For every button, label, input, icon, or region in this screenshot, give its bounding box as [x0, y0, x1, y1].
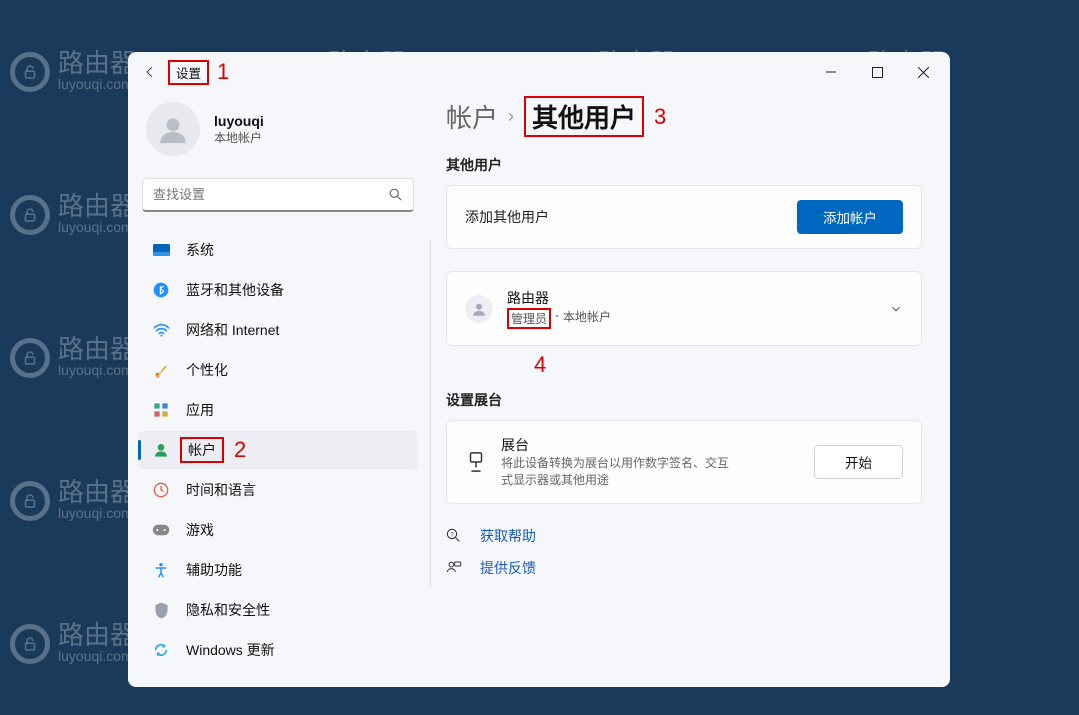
avatar: [146, 102, 200, 156]
section-kiosk-heading: 设置展台: [446, 390, 922, 410]
profile-subtitle: 本地帐户: [214, 129, 264, 146]
feedback-link-label: 提供反馈: [480, 558, 536, 578]
accounts-icon: [152, 441, 170, 459]
profile-name: luyouqi: [214, 113, 264, 129]
kiosk-title: 展台: [501, 435, 800, 455]
get-help-link[interactable]: ? 获取帮助: [446, 526, 922, 546]
feedback-link[interactable]: 提供反馈: [446, 558, 922, 578]
wifi-icon: [152, 321, 170, 339]
sidebar-item-label: 个性化: [186, 360, 228, 380]
divider: [430, 240, 431, 587]
kiosk-description: 将此设备转换为展台以用作数字签名、交互式显示器或其他用途: [501, 455, 737, 489]
person-icon: [156, 112, 190, 146]
annotation-2: 2: [234, 437, 246, 463]
sidebar-item-apps[interactable]: 应用: [138, 391, 418, 429]
maximize-icon: [872, 67, 883, 78]
arrow-left-icon: [143, 65, 157, 79]
user-name: 路由器: [507, 288, 611, 308]
bluetooth-icon: [152, 281, 170, 299]
sidebar-item-label: 应用: [186, 400, 214, 420]
user-account-type: 本地帐户: [563, 308, 611, 329]
sidebar-item-gaming[interactable]: 游戏: [138, 511, 418, 549]
search-box[interactable]: [142, 178, 414, 212]
content-area: 帐户 › 其他用户 3 其他用户 添加其他用户 添加帐户 路由器: [428, 92, 950, 687]
breadcrumb-current: 其他用户: [524, 96, 644, 137]
sidebar-item-label: 辅助功能: [186, 560, 242, 580]
search-icon: [388, 187, 403, 202]
sidebar-item-windows-update[interactable]: Windows 更新: [138, 631, 418, 669]
user-avatar-icon: [465, 295, 493, 323]
gamepad-icon: [152, 521, 170, 539]
minimize-button[interactable]: [808, 56, 854, 88]
close-button[interactable]: [900, 56, 946, 88]
sidebar-item-accessibility[interactable]: 辅助功能: [138, 551, 418, 589]
breadcrumb-parent[interactable]: 帐户: [446, 98, 498, 135]
sidebar-item-accounts[interactable]: 帐户 2: [138, 431, 418, 469]
kiosk-icon: [465, 451, 487, 473]
back-button[interactable]: [132, 54, 168, 90]
sidebar-item-personalization[interactable]: 个性化: [138, 351, 418, 389]
section-other-users-heading: 其他用户: [446, 155, 922, 175]
sidebar-item-label: 游戏: [186, 520, 214, 540]
annotation-1: 1: [217, 59, 229, 85]
shield-icon: [152, 601, 170, 619]
kiosk-panel: 展台 将此设备转换为展台以用作数字签名、交互式显示器或其他用途 开始: [446, 420, 922, 504]
feedback-icon: [446, 560, 464, 576]
help-icon: ?: [446, 528, 464, 544]
sidebar: luyouqi 本地帐户 系统 蓝牙和: [128, 92, 428, 687]
minimize-icon: [826, 67, 836, 77]
accessibility-icon: [152, 561, 170, 579]
sidebar-item-label: 系统: [186, 240, 214, 260]
add-account-button[interactable]: 添加帐户: [797, 200, 903, 234]
sidebar-item-system[interactable]: 系统: [138, 231, 418, 269]
search-input[interactable]: [153, 187, 388, 202]
window-controls: [808, 56, 946, 88]
update-icon: [152, 641, 170, 659]
add-user-panel: 添加其他用户 添加帐户: [446, 185, 922, 249]
sidebar-item-label: 蓝牙和其他设备: [186, 280, 284, 300]
sidebar-item-bluetooth[interactable]: 蓝牙和其他设备: [138, 271, 418, 309]
nav-list: 系统 蓝牙和其他设备 网络和 Internet 个性化 应用: [136, 228, 420, 672]
sidebar-item-label: 网络和 Internet: [186, 320, 279, 340]
profile-block[interactable]: luyouqi 本地帐户: [136, 92, 420, 178]
sidebar-item-time-language[interactable]: 时间和语言: [138, 471, 418, 509]
sidebar-item-privacy[interactable]: 隐私和安全性: [138, 591, 418, 629]
apps-icon: [152, 401, 170, 419]
maximize-button[interactable]: [854, 56, 900, 88]
sidebar-item-label: 隐私和安全性: [186, 600, 270, 620]
chevron-right-icon: ›: [508, 106, 514, 127]
annotation-3: 3: [654, 104, 666, 130]
display-icon: [152, 241, 170, 259]
sidebar-item-label: 帐户: [180, 437, 224, 463]
settings-window: 设置 1 luyouqi 本地帐户: [128, 52, 950, 687]
help-link-label: 获取帮助: [480, 526, 536, 546]
user-panel[interactable]: 路由器 管理员 - 本地帐户: [446, 271, 922, 346]
breadcrumb: 帐户 › 其他用户 3: [446, 96, 922, 137]
chevron-down-icon: [889, 302, 903, 316]
kiosk-start-button[interactable]: 开始: [814, 445, 903, 479]
clock-globe-icon: [152, 481, 170, 499]
sidebar-item-label: 时间和语言: [186, 480, 256, 500]
user-role: 管理员: [507, 308, 551, 329]
svg-text:?: ?: [450, 532, 454, 538]
brush-icon: [152, 361, 170, 379]
sidebar-item-network[interactable]: 网络和 Internet: [138, 311, 418, 349]
annotation-4: 4: [534, 352, 922, 378]
add-other-user-label: 添加其他用户: [465, 207, 549, 227]
sidebar-item-label: Windows 更新: [186, 640, 275, 660]
title-bar: 设置 1: [128, 52, 950, 92]
close-icon: [918, 67, 929, 78]
window-title: 设置: [168, 60, 209, 85]
